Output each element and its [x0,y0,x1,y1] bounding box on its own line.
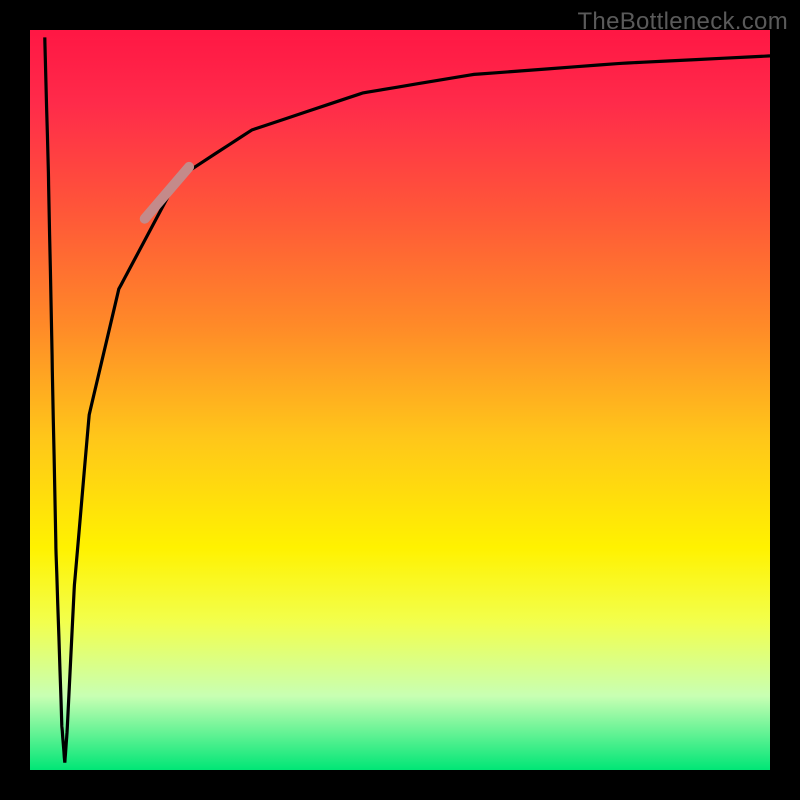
plot-area [30,30,770,770]
curve-layer [30,30,770,770]
chart-frame: TheBottleneck.com [0,0,800,800]
main-curve [45,37,770,762]
highlight-segment [145,167,189,219]
